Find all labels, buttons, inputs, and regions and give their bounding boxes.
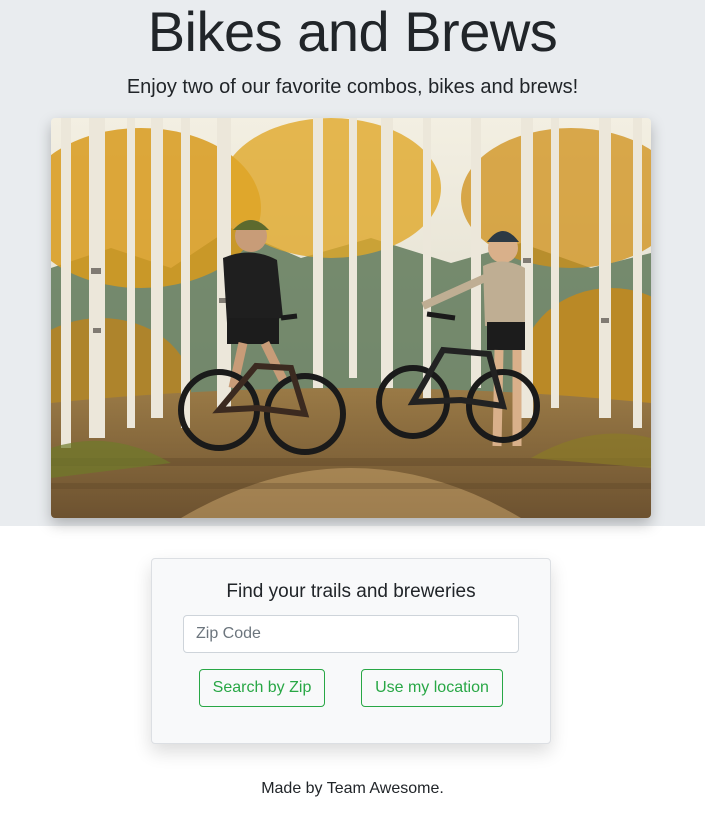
hero-image xyxy=(51,118,651,518)
jumbotron: Bikes and Brews Enjoy two of our favorit… xyxy=(0,0,705,526)
use-my-location-button[interactable]: Use my location xyxy=(361,669,503,707)
zip-code-input[interactable] xyxy=(183,615,519,653)
search-card: Find your trails and breweries Search by… xyxy=(151,558,551,744)
page-title: Bikes and Brews xyxy=(147,0,558,63)
search-by-zip-button[interactable]: Search by Zip xyxy=(199,669,325,707)
search-card-title: Find your trails and breweries xyxy=(226,581,476,602)
footer-text: Made by Team Awesome. xyxy=(261,780,444,797)
hero-illustration xyxy=(51,118,651,518)
page-subtitle: Enjoy two of our favorite combos, bikes … xyxy=(126,76,579,98)
